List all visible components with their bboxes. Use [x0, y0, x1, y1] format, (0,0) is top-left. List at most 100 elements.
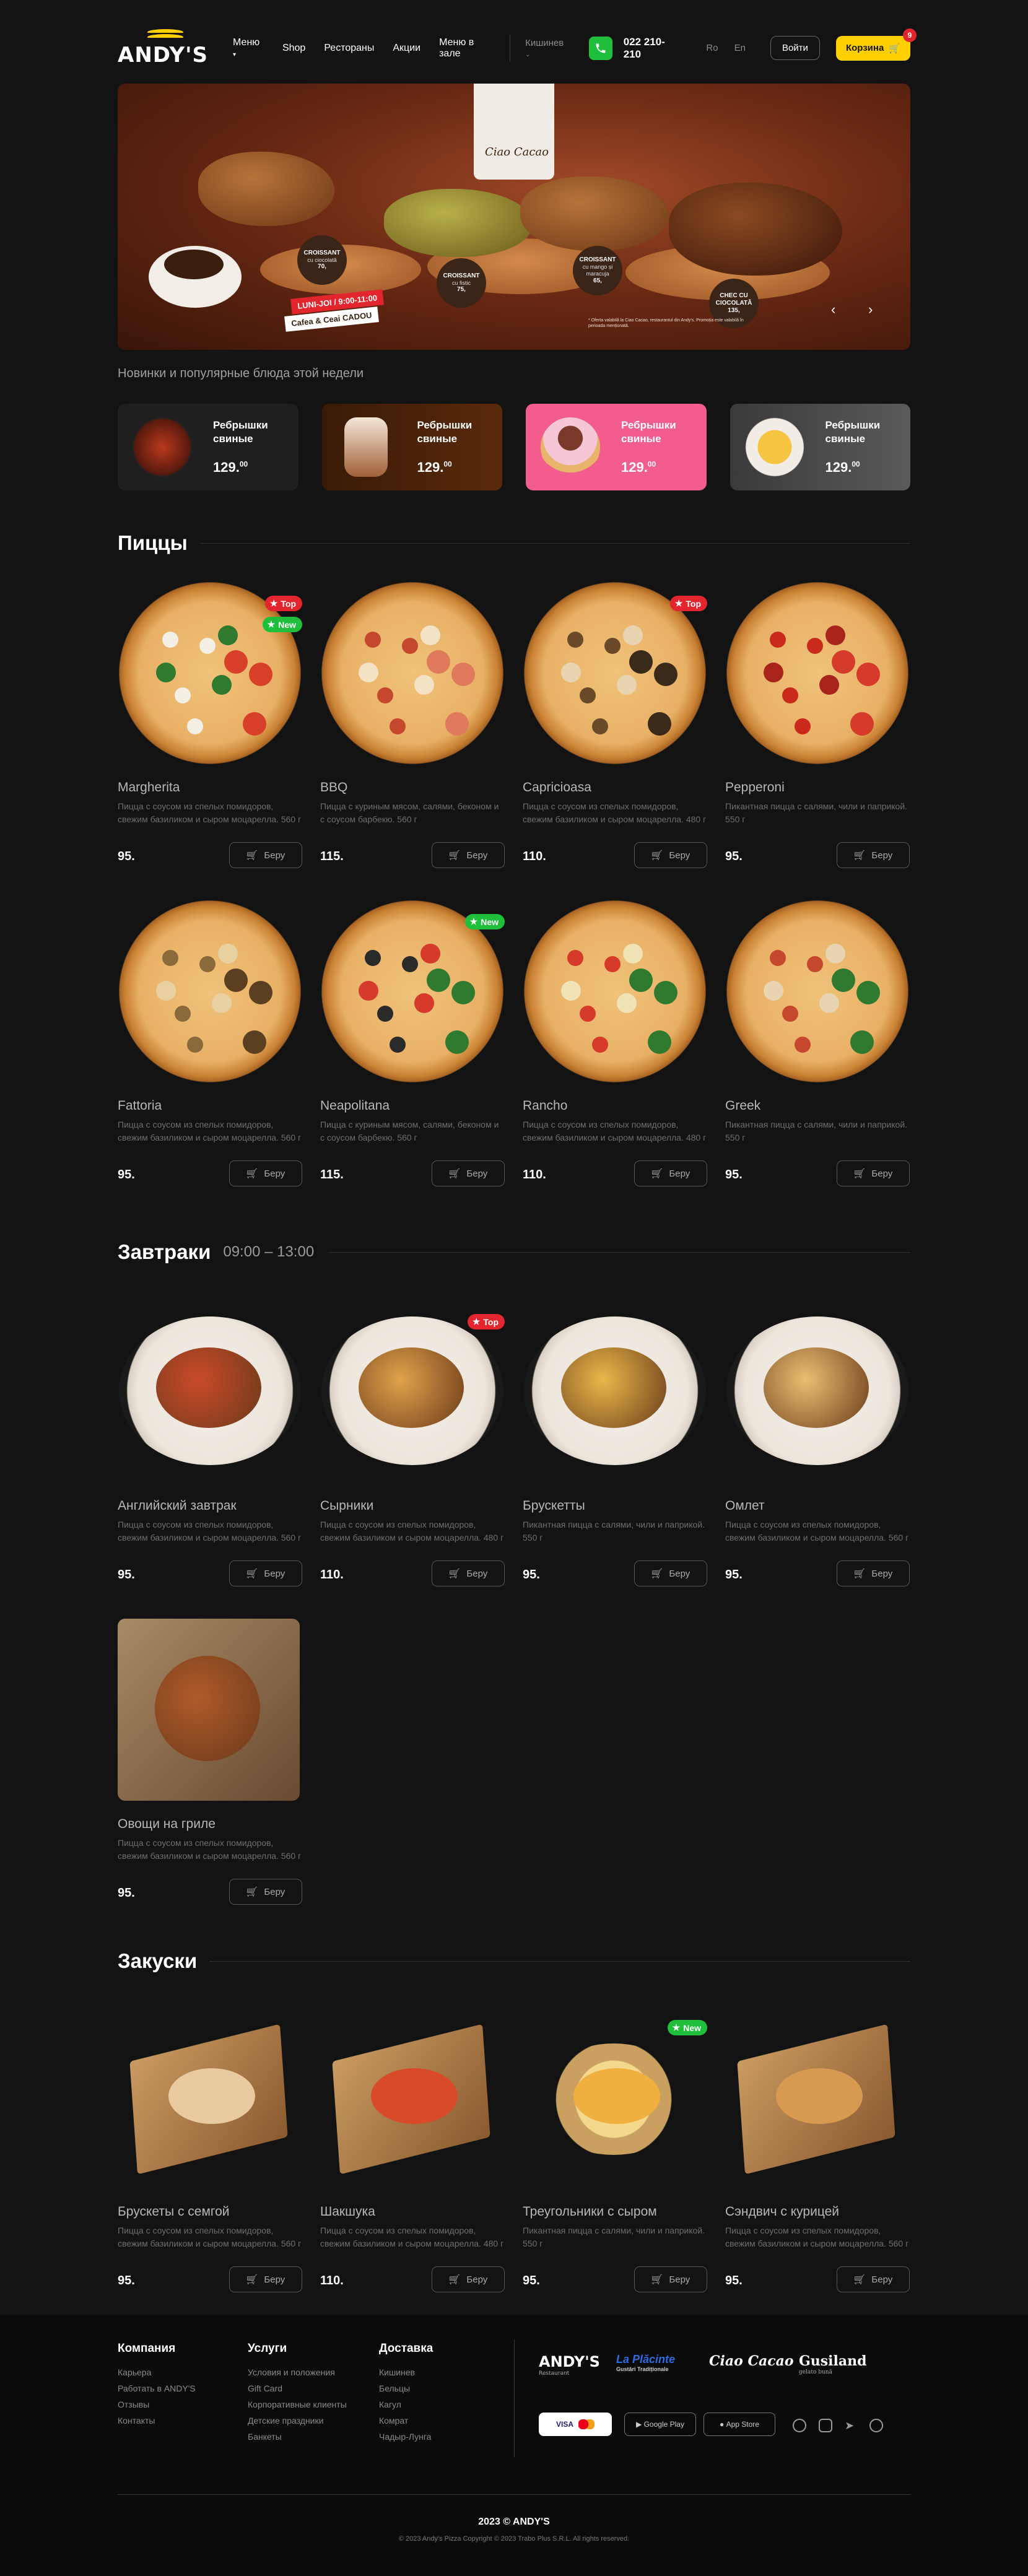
promo-fine-print: * Oferta valabilă la Ciao Cacao, restaur… — [588, 318, 744, 329]
footer-link[interactable]: Условия и положения — [248, 2364, 347, 2380]
product-card[interactable]: Fattoria Пицца с соусом из спелых помидор… — [118, 900, 302, 1191]
facebook-icon[interactable] — [793, 2419, 806, 2432]
footer-link[interactable]: Банкеты — [248, 2429, 347, 2445]
product-card[interactable]: Брускетты Пикантная пицца с салями, чили … — [523, 1300, 707, 1591]
footer-link[interactable]: Бельцы — [379, 2380, 433, 2396]
lang-ro[interactable]: Ro — [706, 43, 718, 53]
footer-link[interactable]: Контакты — [118, 2413, 196, 2429]
product-image[interactable] — [726, 900, 908, 1082]
nav-hall-menu[interactable]: Меню в зале — [439, 37, 495, 59]
footer-link[interactable]: Отзывы — [118, 2396, 196, 2413]
footer-link[interactable]: Кишинев — [379, 2364, 433, 2380]
google-play-button[interactable]: ▶ Google Play — [624, 2413, 696, 2436]
nav-menu[interactable]: Меню ▾ — [233, 37, 264, 59]
footer-link[interactable]: Кагул — [379, 2396, 433, 2413]
buy-button[interactable]: 🛒 Беру — [837, 2266, 910, 2292]
new-item-card[interactable]: Ребрышки свиные 129.00 — [526, 404, 707, 490]
product-image[interactable] — [321, 582, 503, 764]
app-store-button[interactable]: ● App Store — [703, 2413, 775, 2436]
phone-number[interactable]: 022 210-210 — [624, 36, 682, 61]
product-card[interactable]: BBQ Пицца с куриным мясом, салями, беконо… — [320, 582, 505, 873]
chevron-left-icon[interactable]: ‹ — [831, 302, 835, 318]
product-card[interactable]: Английский завтрак Пицца с соусом из спел… — [118, 1300, 302, 1591]
product-card[interactable]: Омлет Пицца с соусом из спелых помидоров,… — [725, 1300, 910, 1591]
footer-link[interactable]: Карьера — [118, 2364, 196, 2380]
product-card[interactable]: Брускеты с семгой Пицца с соусом из спелы… — [118, 2006, 302, 2297]
lang-en[interactable]: En — [734, 43, 746, 53]
buy-button[interactable]: 🛒 Беру — [432, 1560, 505, 1586]
product-card[interactable]: ★ Top Capricioasa Пицца с соусом из спелых … — [523, 582, 707, 873]
buy-button[interactable]: 🛒 Беру — [837, 1560, 910, 1586]
product-image[interactable] — [524, 1316, 706, 1465]
brand-gusiland[interactable]: Gusiland gelato bună — [799, 2353, 867, 2375]
site-footer: Компания Карьера Работать в ANDY'S Отзыв… — [0, 2315, 1028, 2576]
topping — [764, 981, 783, 1001]
buy-button[interactable]: 🛒 Беру — [229, 842, 302, 868]
product-card[interactable]: ★ New Neapolitana Пицца с куриным мясом, са… — [320, 900, 505, 1191]
instagram-icon[interactable] — [819, 2419, 832, 2432]
product-card[interactable]: Greek Пикантная пицца с салями, чили и па… — [725, 900, 910, 1191]
buy-button[interactable]: 🛒 Беру — [634, 842, 707, 868]
andys-logo[interactable]: ANDY'S — [118, 28, 208, 67]
buy-button[interactable]: 🛒 Беру — [837, 1160, 910, 1186]
product-image[interactable] — [524, 900, 706, 1082]
city-select[interactable]: Кишинев ⌄ — [525, 38, 570, 59]
footer-link[interactable]: Комрат — [379, 2413, 433, 2429]
product-card[interactable]: ★ New Треугольники с сыром Пикантная пицца … — [523, 2006, 707, 2297]
product-card[interactable]: ★ Top ★ New Margherita Пицца с соусом из спел… — [118, 582, 302, 873]
footer-link[interactable]: Чадыр-Лунга — [379, 2429, 433, 2445]
nav-promotions[interactable]: Акции — [393, 43, 420, 54]
footer-link[interactable]: Gift Card — [248, 2380, 347, 2396]
product-image[interactable] — [726, 1316, 908, 1465]
product-image[interactable] — [119, 2006, 301, 2188]
product-card[interactable]: Pepperoni Пикантная пицца с салями, чили … — [725, 582, 910, 873]
telegram-icon[interactable]: ➤ — [845, 2419, 858, 2432]
footer-link[interactable]: Корпоративные клиенты — [248, 2396, 347, 2413]
product-card[interactable]: Сэндвич с курицей Пицца с соусом из спелы… — [725, 2006, 910, 2297]
buy-button[interactable]: 🛒 Беру — [634, 1160, 707, 1186]
product-image[interactable] — [321, 2006, 503, 2188]
phone-icon[interactable] — [589, 36, 612, 60]
buy-button[interactable]: 🛒 Беру — [432, 1160, 505, 1186]
brand-ciao-cacao[interactable]: Ciao Cacao — [709, 2353, 794, 2369]
buy-button[interactable]: 🛒 Беру — [229, 2266, 302, 2292]
product-card[interactable]: Шакшука Пицца с соусом из спелых помидоро… — [320, 2006, 505, 2297]
product-image[interactable] — [119, 1316, 301, 1465]
cart-button[interactable]: Корзина 🛒 9 — [835, 28, 917, 61]
product-card[interactable]: ★ Top Сырники Пицца с соусом из спелых поми… — [320, 1300, 505, 1591]
product-card[interactable]: Овощи на гриле Пицца с соусом из спелых п… — [118, 1619, 302, 1910]
dish-food — [155, 1656, 260, 1761]
buy-button[interactable]: 🛒 Беру — [229, 1160, 302, 1186]
login-button[interactable]: Войти — [770, 36, 820, 60]
brand-laplacinte[interactable]: La Plăcinte Gustări Tradiționale — [616, 2353, 675, 2372]
new-item-card[interactable]: Ребрышки свиные 129.00 — [321, 404, 502, 490]
product-image[interactable] — [119, 900, 301, 1082]
product-image[interactable] — [118, 1619, 300, 1801]
nav-shop[interactable]: Shop — [282, 43, 305, 54]
footer-services: Услуги Условия и положения Gift Card Кор… — [248, 2342, 347, 2445]
brand-andys[interactable]: ANDY'S Restaurant — [539, 2353, 600, 2377]
product-name: Брускеты с семгой — [118, 2204, 230, 2219]
buy-button[interactable]: 🛒 Беру — [837, 842, 910, 868]
product-image[interactable] — [726, 582, 908, 764]
buy-button[interactable]: 🛒 Беру — [432, 842, 505, 868]
new-item-card[interactable]: Ребрышки свиные 129.00 — [118, 404, 298, 490]
section-title: Пиццы — [118, 531, 188, 554]
product-card[interactable]: Rancho Пицца с соусом из спелых помидоров… — [523, 900, 707, 1191]
nav-restaurants[interactable]: Рестораны — [324, 43, 374, 54]
price-tag: CROISSANT cu mango și maracuja 65, — [573, 246, 622, 295]
buy-button[interactable]: 🛒 Беру — [634, 2266, 707, 2292]
buy-button[interactable]: 🛒 Беру — [634, 1560, 707, 1586]
buy-button[interactable]: 🛒 Беру — [229, 1879, 302, 1905]
hero-banner[interactable]: Ciao Cacao CROISSANT cu ciocolată 70, CROI… — [118, 84, 910, 350]
chevron-right-icon[interactable]: › — [868, 302, 873, 318]
star-icon: ★ — [469, 916, 478, 926]
new-item-card[interactable]: Ребрышки свиные 129.00 — [730, 404, 910, 490]
product-image[interactable] — [321, 1316, 503, 1465]
buy-button[interactable]: 🛒 Беру — [229, 1560, 302, 1586]
tiktok-icon[interactable] — [869, 2419, 883, 2432]
buy-button[interactable]: 🛒 Беру — [432, 2266, 505, 2292]
footer-link[interactable]: Работать в ANDY'S — [118, 2380, 196, 2396]
footer-link[interactable]: Детские праздники — [248, 2413, 347, 2429]
product-image[interactable] — [726, 2006, 908, 2188]
